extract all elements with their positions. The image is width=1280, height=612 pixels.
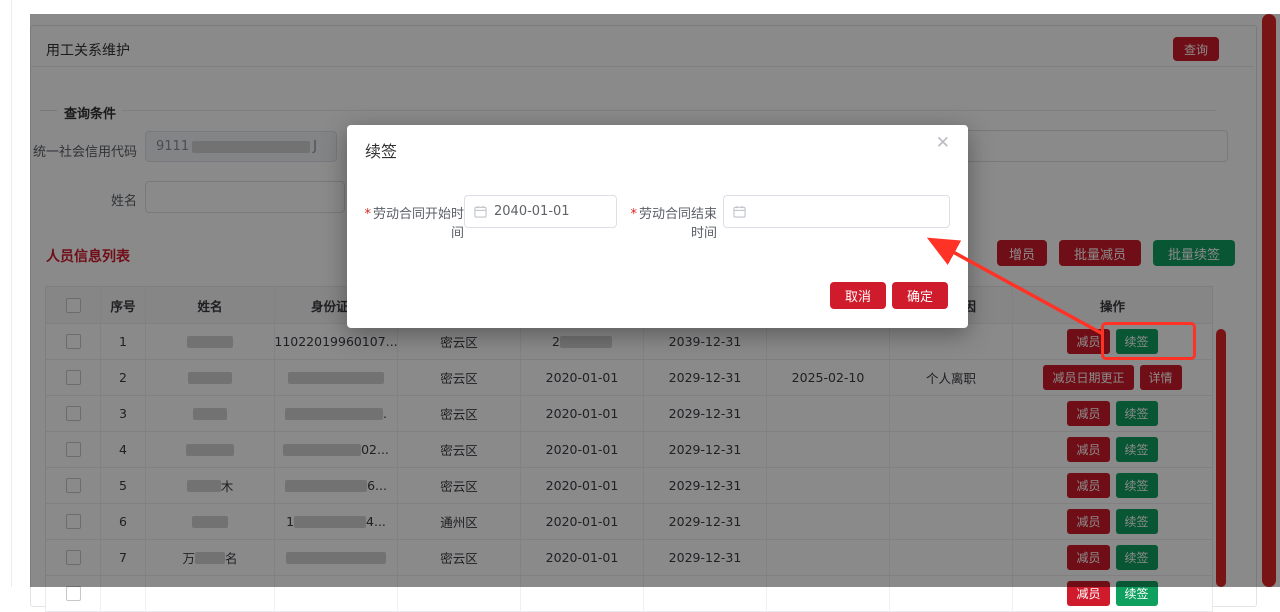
required-asterisk: * [630, 207, 637, 222]
contract-start-value: 2040-01-01 [494, 204, 570, 219]
close-icon[interactable]: ✕ [936, 135, 950, 152]
page-left-rule [11, 0, 12, 587]
calendar-icon [733, 205, 746, 218]
renew-modal: 续签 ✕ *劳动合同开始时间 2040-01-01 *劳动合同结束时间 取消 确… [347, 125, 968, 328]
required-asterisk: * [364, 207, 371, 222]
contract-end-label: *劳动合同结束时间 [619, 203, 717, 241]
contract-start-label: *劳动合同开始时间 [358, 203, 464, 241]
cancel-button[interactable]: 取消 [830, 282, 886, 309]
contract-end-input[interactable] [723, 195, 950, 228]
contract-start-input[interactable]: 2040-01-01 [464, 195, 617, 228]
calendar-icon [474, 205, 487, 218]
confirm-button[interactable]: 确定 [892, 282, 948, 309]
row-checkbox[interactable] [66, 586, 81, 601]
modal-title: 续签 [365, 138, 397, 162]
highlight-rectangle [1101, 322, 1196, 360]
